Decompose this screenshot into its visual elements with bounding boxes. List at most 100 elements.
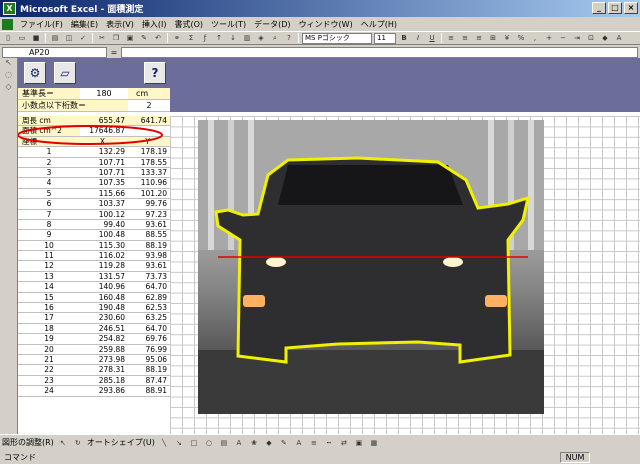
close-button[interactable]: × (624, 2, 638, 14)
car-photo-drawing (198, 120, 544, 414)
right-fog-light (485, 295, 507, 307)
hyperlink-icon[interactable]: ⚭ (171, 33, 183, 44)
copy-icon[interactable]: ❐ (110, 33, 122, 44)
menu-view[interactable]: 表示(V) (102, 19, 138, 30)
point-y: 88.19 (145, 240, 167, 250)
print-preview-icon[interactable]: ◫ (63, 33, 75, 44)
shape-tool-icon[interactable]: ◇ (0, 82, 17, 94)
menu-edit[interactable]: 編集(E) (67, 19, 102, 30)
workbook-icon[interactable] (2, 18, 13, 30)
settings-block: 基準長＝ 180 cm 小数点以下桁数＝ 2 (18, 88, 170, 112)
autoshape-menu[interactable]: オートシェイプ(U) (87, 437, 155, 448)
point-y: 64.70 (145, 282, 167, 292)
indent-icon[interactable]: ⇥ (571, 33, 583, 44)
office-help-icon[interactable]: ? (283, 33, 295, 44)
select-arrow-icon[interactable]: ↖ (57, 437, 69, 448)
spellcheck-icon[interactable]: ✓ (77, 33, 89, 44)
line-color-icon[interactable]: ✎ (278, 437, 290, 448)
borders-icon[interactable]: ⊡ (585, 33, 597, 44)
sum-icon[interactable]: Σ (185, 33, 197, 44)
undo-icon[interactable]: ↶ (152, 33, 164, 44)
text-color-icon[interactable]: A (293, 437, 305, 448)
cut-icon[interactable]: ✂ (96, 33, 108, 44)
menu-tools[interactable]: ツール(T) (207, 19, 250, 30)
point-index: 23 (44, 375, 54, 385)
print-icon[interactable]: ▤ (49, 33, 61, 44)
currency-icon[interactable]: ¥ (501, 33, 513, 44)
font-color-icon[interactable]: A (613, 33, 625, 44)
base-length-label: 基準長＝ (18, 88, 80, 99)
menu-window[interactable]: ウィンドウ(W) (295, 19, 357, 30)
table-row: 10 115.30 88.19 (18, 240, 170, 252)
align-center-icon[interactable]: ≡ (459, 33, 471, 44)
3d-icon[interactable]: ▦ (368, 437, 380, 448)
name-box[interactable]: AP20 (2, 46, 107, 58)
scanner-icon[interactable]: ⚙ (24, 62, 46, 84)
menu-insert[interactable]: 挿入(I) (138, 19, 171, 30)
zoom-icon[interactable]: ⌕ (269, 33, 281, 44)
title-bar: X Microsoft Excel - 面積測定 _ □ × (0, 0, 640, 17)
textbox-icon[interactable]: ▤ (218, 437, 230, 448)
minimize-button[interactable]: _ (592, 2, 606, 14)
save-icon[interactable]: ■ (30, 33, 42, 44)
wordart-icon[interactable]: A (233, 437, 245, 448)
sort-asc-icon[interactable]: ↑ (213, 33, 225, 44)
clear-icon[interactable]: ▱ (54, 62, 76, 84)
menu-file[interactable]: ファイル(F) (16, 19, 67, 30)
worksheet[interactable]: ⚙ ▱ ? 基準長＝ 180 cm 小数点以下桁数＝ 2 周長 cm 655.4… (18, 58, 640, 434)
arrow-icon[interactable]: ↘ (173, 437, 185, 448)
function-icon[interactable]: ƒ (199, 33, 211, 44)
increase-decimal-icon[interactable]: + (543, 33, 555, 44)
point-y: 101.20 (140, 188, 167, 198)
format-painter-icon[interactable]: ✎ (138, 33, 150, 44)
open-folder-icon[interactable]: ▭ (16, 33, 28, 44)
sort-desc-icon[interactable]: ↓ (227, 33, 239, 44)
toolbar-separator (167, 33, 168, 43)
align-left-icon[interactable]: ≡ (445, 33, 457, 44)
percent-icon[interactable]: % (515, 33, 527, 44)
fill-icon[interactable]: ◆ (263, 437, 275, 448)
paste-icon[interactable]: ▣ (124, 33, 136, 44)
base-length-value[interactable]: 180 (80, 88, 128, 99)
point-y: 97.23 (145, 209, 167, 219)
italic-icon[interactable]: I (412, 33, 424, 44)
arrow-tool-icon[interactable]: ↖ (0, 58, 17, 70)
rectangle-icon[interactable]: □ (188, 437, 200, 448)
point-index: 11 (44, 251, 54, 261)
comma-icon[interactable]: , (529, 33, 541, 44)
lasso-tool-icon[interactable]: ◌ (0, 70, 17, 82)
line-icon[interactable]: ╲ (158, 437, 170, 448)
align-right-icon[interactable]: ≡ (473, 33, 485, 44)
bold-icon[interactable]: B (398, 33, 410, 44)
decimals-value[interactable]: 2 (128, 100, 170, 111)
area-highlight-ellipse (18, 125, 163, 145)
draw-menu[interactable]: 図形の調整(R) (2, 437, 54, 448)
formula-input[interactable] (121, 46, 638, 58)
drawing-icon[interactable]: ◈ (255, 33, 267, 44)
fill-color-icon[interactable]: ◆ (599, 33, 611, 44)
oval-icon[interactable]: ○ (203, 437, 215, 448)
point-x: 103.37 (98, 199, 125, 209)
new-file-icon[interactable]: ▯ (2, 33, 14, 44)
chart-wizard-icon[interactable]: ▥ (241, 33, 253, 44)
merge-center-icon[interactable]: ⊞ (487, 33, 499, 44)
arrow-style-icon[interactable]: ⇄ (338, 437, 350, 448)
maximize-button[interactable]: □ (608, 2, 622, 14)
menu-help[interactable]: ヘルプ(H) (357, 19, 401, 30)
clipart-icon[interactable]: ❀ (248, 437, 260, 448)
line-style-icon[interactable]: ≡ (308, 437, 320, 448)
shadow-icon[interactable]: ▣ (353, 437, 365, 448)
point-x: 254.82 (98, 334, 125, 344)
menu-data[interactable]: データ(D) (250, 19, 294, 30)
underline-icon[interactable]: U (426, 33, 438, 44)
dash-style-icon[interactable]: ┅ (323, 437, 335, 448)
decrease-decimal-icon[interactable]: − (557, 33, 569, 44)
help-button[interactable]: ? (144, 62, 166, 84)
toolbar-separator (45, 33, 46, 43)
menu-bar: ファイル(F) 編集(E) 表示(V) 挿入(I) 書式(O) ツール(T) デ… (0, 17, 640, 31)
formula-equals[interactable]: = (107, 48, 121, 57)
menu-format[interactable]: 書式(O) (170, 19, 207, 30)
font-name-select[interactable]: MS Pゴシック (302, 32, 372, 44)
font-size-select[interactable]: 11 (374, 32, 396, 44)
rotate-icon[interactable]: ↻ (72, 437, 84, 448)
